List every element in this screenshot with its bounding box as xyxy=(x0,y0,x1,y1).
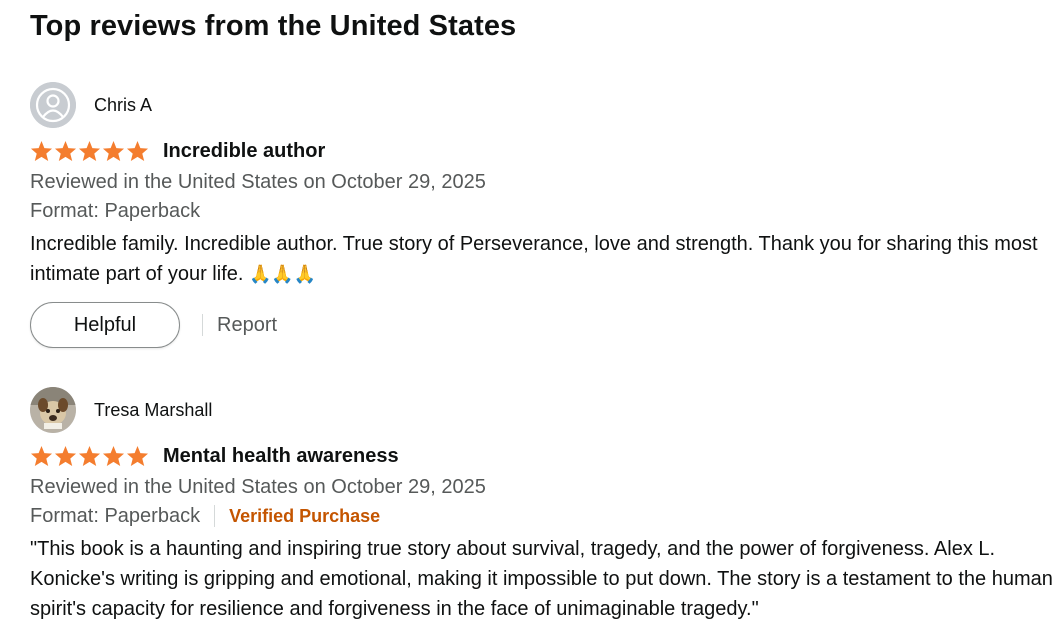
star-rating[interactable] xyxy=(30,140,150,162)
helpful-button[interactable]: Helpful xyxy=(30,302,180,348)
star-icon xyxy=(102,140,125,162)
review-body: "This book is a haunting and inspiring t… xyxy=(30,538,1053,620)
review-title[interactable]: Incredible author xyxy=(163,140,325,163)
star-icon xyxy=(78,445,101,467)
star-icon xyxy=(54,140,77,162)
star-icon xyxy=(126,445,149,467)
reviewer-profile[interactable]: Tresa Marshall xyxy=(30,387,1060,433)
praying-hands-emoji: 🙏🙏🙏 xyxy=(249,264,317,285)
review-body: Incredible family. Incredible author. Tr… xyxy=(30,229,1060,290)
review-format[interactable]: Format: Paperback xyxy=(30,501,200,531)
star-rating[interactable] xyxy=(30,445,150,467)
review-title[interactable]: Mental health awareness xyxy=(163,445,399,468)
star-icon xyxy=(126,140,149,162)
star-icon xyxy=(54,445,77,467)
review-date: Reviewed in the United States on October… xyxy=(30,171,486,193)
reviewer-name[interactable]: Chris A xyxy=(94,95,152,116)
review-date: Reviewed in the United States on October… xyxy=(30,476,486,498)
report-link[interactable]: Report xyxy=(217,314,277,337)
review-format[interactable]: Format: Paperback xyxy=(30,196,200,226)
format-divider xyxy=(214,505,216,527)
reviewer-name[interactable]: Tresa Marshall xyxy=(94,400,212,421)
star-icon xyxy=(30,445,53,467)
default-user-icon xyxy=(30,82,76,128)
reviewer-profile[interactable]: Chris A xyxy=(30,82,1060,128)
star-icon xyxy=(102,445,125,467)
verified-purchase-badge: Verified Purchase xyxy=(229,506,381,526)
star-icon xyxy=(30,140,53,162)
review-item: Chris A Incredible author Reviewed in th… xyxy=(30,82,1060,348)
user-photo-icon xyxy=(30,387,76,433)
star-icon xyxy=(78,140,101,162)
action-divider xyxy=(202,314,203,336)
review-body-text: Incredible family. Incredible author. Tr… xyxy=(30,233,1038,285)
reviews-heading: Top reviews from the United States xyxy=(30,10,517,42)
review-item: Tresa Marshall Mental health awareness R… xyxy=(30,387,1060,624)
